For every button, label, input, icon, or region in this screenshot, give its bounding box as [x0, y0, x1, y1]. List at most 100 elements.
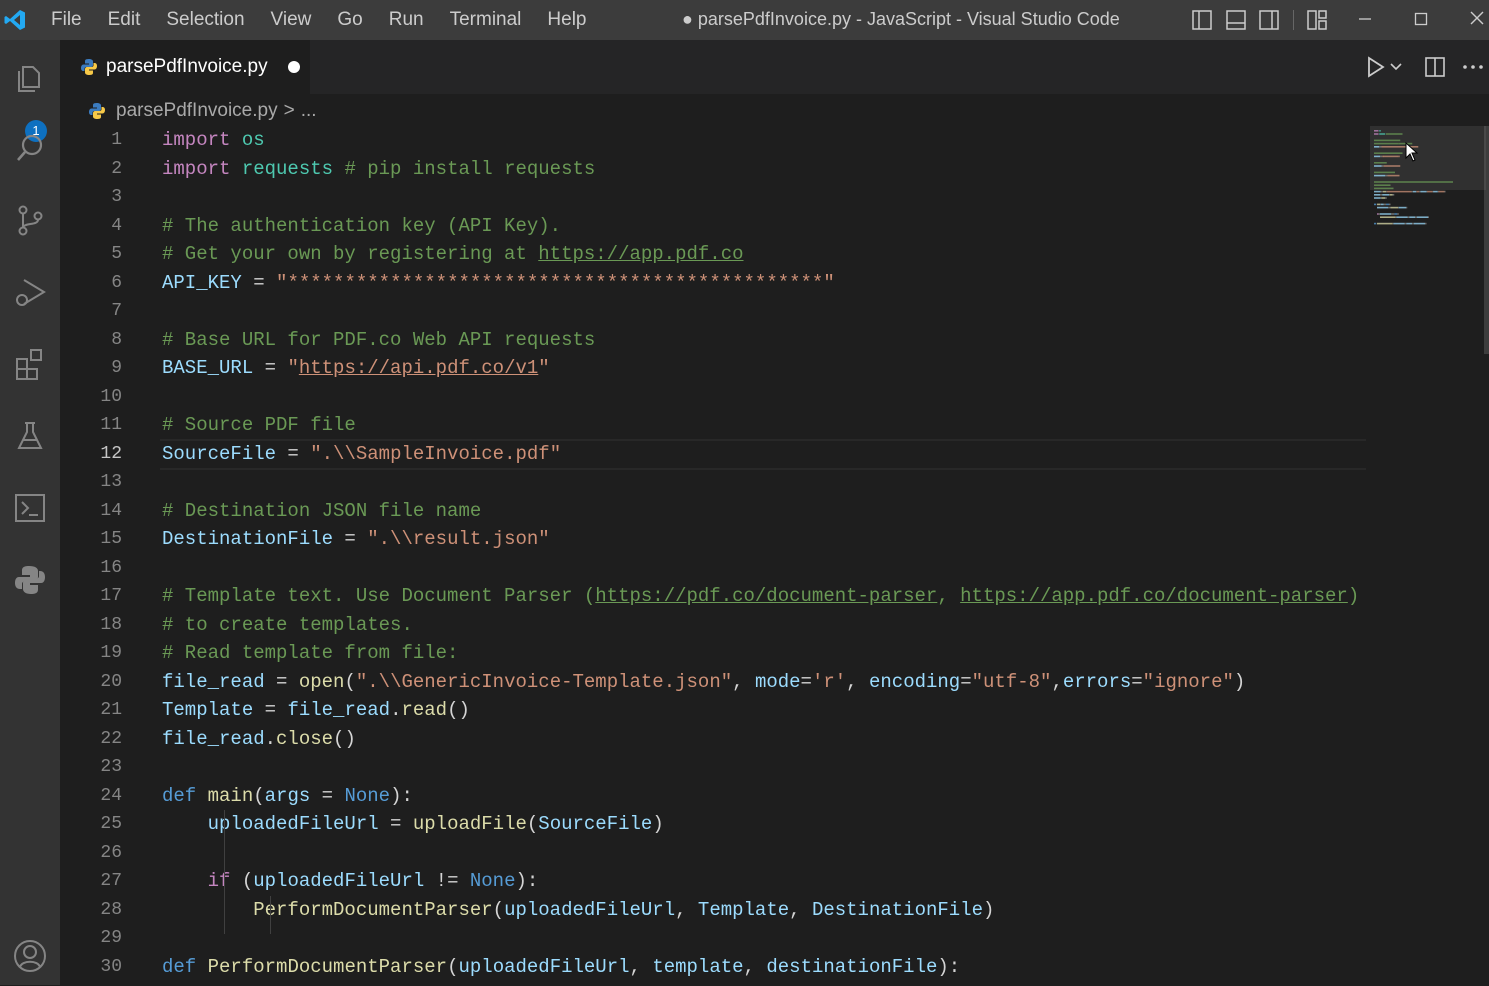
testing-icon[interactable] [0, 406, 60, 466]
breadcrumb-symbols[interactable]: ... [301, 100, 317, 122]
code-line[interactable]: file_read.close() [162, 725, 1368, 754]
code-editor[interactable]: 1 2 3 4 5 6 7 8 9 10 11 12 13 14 15 16 17 18 19 20 21 22 23 24 2… [60, 126, 1489, 985]
code-line[interactable]: import requests # pip install requests [162, 155, 1368, 184]
python-file-icon [80, 58, 98, 76]
code-area[interactable]: import os import requests # pip install r… [162, 126, 1368, 981]
customize-layout-icon[interactable] [1305, 8, 1329, 32]
run-debug-icon[interactable] [0, 262, 60, 322]
split-editor-icon[interactable] [1422, 54, 1448, 80]
minimize-icon[interactable] [1350, 6, 1380, 34]
code-token: = [310, 784, 345, 807]
toggle-secondary-sidebar-icon[interactable] [1257, 8, 1281, 32]
extensions-icon[interactable] [0, 334, 60, 394]
minimap-token [1394, 213, 1398, 215]
minimap-token [1383, 155, 1399, 158]
code-line[interactable] [162, 183, 1368, 212]
menu-file[interactable]: File [38, 0, 95, 40]
code-line[interactable] [162, 297, 1368, 326]
code-token: uploadedFileUrl [504, 898, 676, 921]
code-line[interactable]: Template = file_read.read() [162, 696, 1368, 725]
code-token: = [960, 670, 972, 693]
breadcrumb-file[interactable]: parsePdfInvoice.py [116, 100, 278, 122]
minimap-token [1393, 222, 1405, 225]
code-token: () [333, 727, 356, 750]
code-line[interactable]: DestinationFile = ".\\result.json" [162, 525, 1368, 554]
code-token: https://pdf.co/document-parser [595, 585, 938, 607]
run-python-file-icon[interactable] [1362, 54, 1388, 80]
code-line[interactable] [162, 468, 1368, 497]
code-line[interactable]: def main(args = None): [162, 782, 1368, 811]
code-line[interactable]: uploadedFileUrl = uploadFile(SourceFile) [162, 810, 1368, 839]
code-line[interactable]: # to create templates. [162, 611, 1368, 640]
menu-selection[interactable]: Selection [153, 0, 257, 40]
minimap-token [1386, 203, 1389, 206]
menu-terminal[interactable]: Terminal [437, 0, 535, 40]
code-token: requests [241, 157, 334, 180]
menu-edit[interactable]: Edit [95, 0, 154, 40]
menu-view[interactable]: View [258, 0, 325, 40]
code-line[interactable]: # Template text. Use Document Parser (ht… [162, 582, 1368, 611]
code-token: " [538, 357, 550, 379]
minimap-token [1388, 206, 1391, 209]
toggle-panel-icon[interactable] [1224, 8, 1248, 32]
code-line[interactable] [162, 554, 1368, 583]
account-icon[interactable] [0, 926, 60, 986]
code-line[interactable] [162, 839, 1368, 868]
code-token: . [264, 727, 277, 750]
code-line[interactable]: def PerformDocumentParser(uploadedFileUr… [162, 953, 1368, 982]
code-line[interactable]: if (uploadedFileUrl != None): [162, 867, 1368, 896]
menu-go[interactable]: Go [324, 0, 375, 40]
vertical-scrollbar[interactable] [1484, 126, 1489, 354]
code-token: ( [253, 784, 265, 807]
code-line[interactable]: import os [162, 126, 1368, 155]
close-icon[interactable] [1462, 6, 1489, 34]
minimap-token [1433, 190, 1438, 193]
menu-run[interactable]: Run [376, 0, 437, 40]
code-line[interactable]: PerformDocumentParser(uploadedFileUrl, T… [162, 896, 1368, 925]
code-token: # Base URL for PDF.co Web API requests [162, 328, 596, 351]
code-token: = [253, 699, 288, 721]
code-line[interactable]: BASE_URL = "https://api.pdf.co/v1" [162, 354, 1368, 383]
search-icon[interactable] [0, 118, 60, 178]
unsaved-dot-icon[interactable] [287, 61, 300, 73]
code-line[interactable]: # Get your own by registering at https:/… [162, 240, 1368, 269]
code-line[interactable]: API_KEY = "*****************************… [162, 269, 1368, 298]
terminal-icon[interactable] [0, 478, 60, 538]
maximize-icon[interactable] [1406, 6, 1436, 34]
code-line[interactable] [162, 924, 1368, 953]
minimap[interactable] [1370, 126, 1478, 336]
source-control-icon[interactable] [0, 190, 60, 250]
code-token: # Read template from file: [162, 642, 459, 664]
code-line[interactable]: SourceFile = ".\\SampleInvoice.pdf" [162, 440, 1368, 469]
code-line[interactable]: # Source PDF file [162, 411, 1368, 440]
code-line[interactable]: # Destination JSON file name [162, 497, 1368, 526]
code-token: () [447, 699, 470, 721]
code-token: uploadedFileUrl [458, 955, 630, 978]
minimap-token [1412, 222, 1414, 225]
code-line[interactable]: # Read template from file: [162, 639, 1368, 668]
code-line[interactable]: file_read = open(".\\GenericInvoice-Temp… [162, 668, 1368, 697]
python-icon[interactable] [0, 550, 60, 610]
chevron-down-icon[interactable] [1388, 54, 1404, 80]
tab-parsepdfinvoice[interactable]: parsePdfInvoice.py [60, 40, 310, 94]
minimap-token [1380, 216, 1396, 218]
more-actions-icon[interactable] [1460, 54, 1486, 80]
toggle-primary-sidebar-icon[interactable] [1190, 8, 1214, 32]
code-line[interactable] [162, 753, 1368, 782]
menu-help[interactable]: Help [534, 0, 599, 40]
minimap-token [1391, 213, 1395, 215]
minimap-token [1452, 181, 1453, 183]
code-token: ( [526, 813, 539, 835]
code-line[interactable] [162, 383, 1368, 412]
code-line[interactable]: # The authentication key (API Key). [162, 212, 1368, 241]
line-number: 1 [111, 130, 122, 150]
line-number: 13 [100, 472, 122, 492]
code-line[interactable]: # Base URL for PDF.co Web API requests [162, 326, 1368, 355]
minimap-token [1426, 181, 1452, 183]
minimap-token [1374, 152, 1403, 154]
code-token: def [162, 784, 197, 807]
code-token: , [789, 898, 812, 921]
explorer-icon[interactable] [0, 48, 60, 108]
minimap-token [1377, 222, 1393, 225]
